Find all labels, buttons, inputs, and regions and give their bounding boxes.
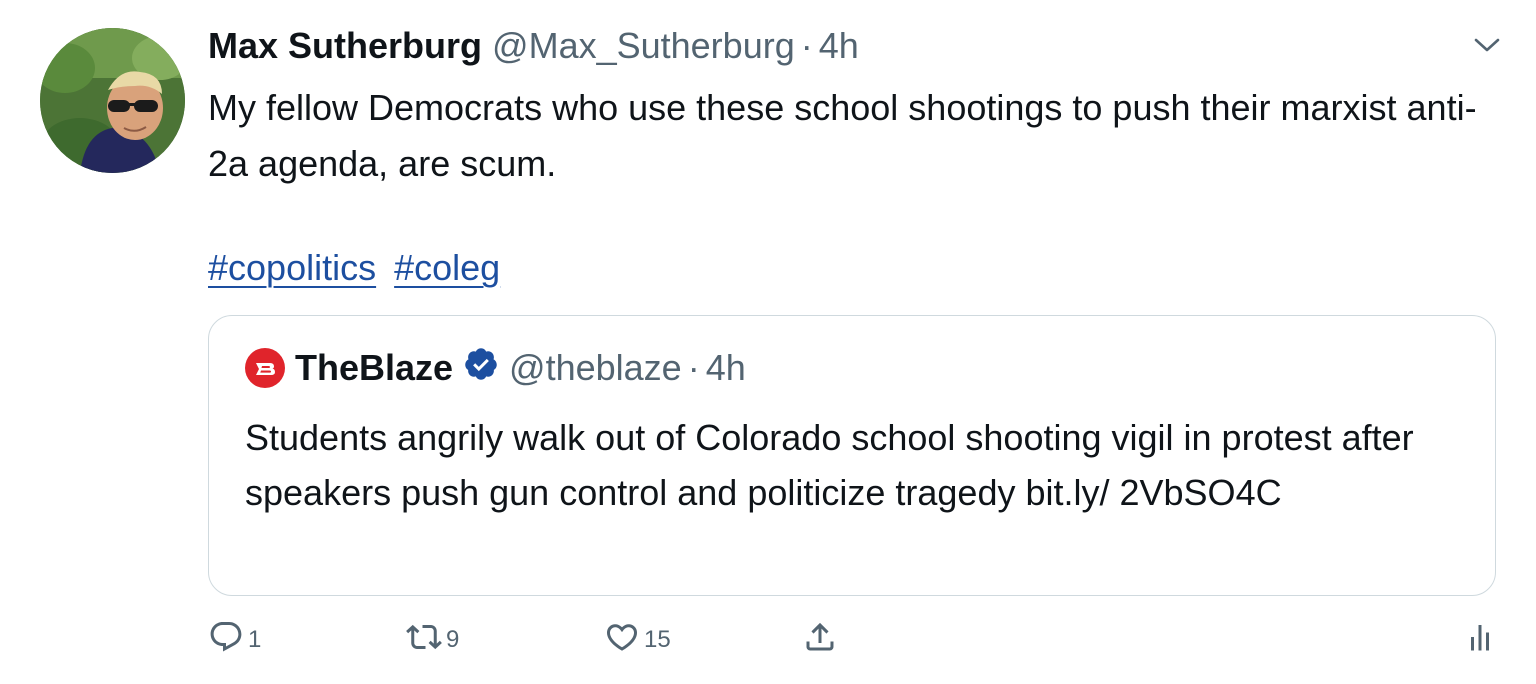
retweet-button[interactable]: 9 bbox=[406, 616, 459, 664]
quoted-author-name[interactable]: TheBlaze bbox=[295, 347, 453, 389]
verified-badge-icon bbox=[453, 346, 499, 391]
like-count: 15 bbox=[644, 626, 671, 653]
tweet[interactable]: Max Sutherburg @Max_Sutherburg · 4h My f… bbox=[0, 0, 1536, 684]
separator-dot: · bbox=[800, 25, 813, 66]
tweet-text: My fellow Democrats who use these school… bbox=[208, 87, 1477, 184]
author-handle[interactable]: @Max_Sutherburg bbox=[492, 25, 795, 67]
quoted-author-handle[interactable]: @theblaze bbox=[509, 347, 682, 389]
reply-count: 1 bbox=[248, 626, 262, 653]
hashtag-copolitics[interactable]: #copolitics bbox=[208, 247, 376, 288]
chevron-down-icon[interactable] bbox=[1470, 30, 1504, 60]
retweet-icon bbox=[406, 619, 442, 662]
author-avatar[interactable] bbox=[40, 28, 185, 173]
hashtag-coleg[interactable]: #coleg bbox=[394, 247, 500, 288]
tweet-time[interactable]: 4h bbox=[819, 25, 859, 67]
avatar-photo bbox=[40, 28, 185, 173]
theblaze-logo[interactable] bbox=[245, 348, 285, 388]
like-button[interactable]: 15 bbox=[604, 616, 671, 664]
heart-icon bbox=[604, 619, 640, 662]
analytics-icon bbox=[1462, 619, 1498, 662]
quoted-tweet-time[interactable]: 4h bbox=[706, 347, 746, 389]
reply-icon bbox=[208, 619, 244, 662]
hashtag-list: #copolitics #coleg bbox=[208, 240, 500, 296]
action-bar: 1 9 15 bbox=[208, 616, 1508, 664]
quoted-tweet-header: TheBlaze @theblaze · 4h bbox=[245, 346, 746, 390]
tweet-header: Max Sutherburg @Max_Sutherburg · 4h bbox=[208, 24, 859, 68]
reply-button[interactable]: 1 bbox=[208, 616, 261, 664]
author-name[interactable]: Max Sutherburg bbox=[208, 25, 482, 67]
analytics-button[interactable] bbox=[1462, 616, 1498, 664]
share-button[interactable] bbox=[802, 616, 838, 664]
separator-dot: · bbox=[687, 347, 700, 388]
retweet-count: 9 bbox=[446, 626, 460, 653]
quoted-tweet-text: Students angrily walk out of Colorado sc… bbox=[245, 417, 1414, 513]
share-icon bbox=[802, 619, 838, 662]
quoted-tweet[interactable]: TheBlaze @theblaze · 4h Students angrily… bbox=[208, 315, 1496, 596]
